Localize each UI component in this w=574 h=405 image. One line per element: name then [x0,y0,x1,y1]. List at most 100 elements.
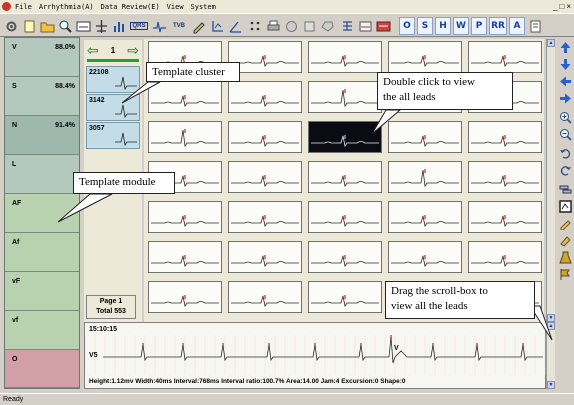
template-module-item[interactable]: V 88.0% [5,38,79,77]
lead-cell[interactable] [148,201,222,233]
lead-cell[interactable] [228,241,302,273]
bar-chart-icon[interactable] [111,17,128,35]
template-module-item[interactable]: AF [5,194,79,233]
lead-cell[interactable] [468,121,542,153]
undo-icon[interactable] [558,146,572,160]
menu-file[interactable]: File [15,3,32,11]
display-icon[interactable] [375,17,392,35]
template-module-item[interactable]: S 88.4% [5,77,79,116]
cut-icon[interactable] [301,17,318,35]
menu-system[interactable]: System [191,3,216,11]
equalizer-icon[interactable] [357,17,374,35]
right-arrow-icon[interactable] [558,91,572,105]
s-button[interactable]: S [417,17,433,35]
marker-icon[interactable] [558,233,572,247]
lead-cell[interactable] [228,161,302,193]
lead-cell[interactable] [308,201,382,233]
left-arrow-icon[interactable] [558,74,572,88]
edit-icon[interactable] [191,17,208,35]
settings-icon[interactable] [3,17,20,35]
paste-icon[interactable] [319,17,336,35]
report-icon[interactable] [75,17,92,35]
lead-cell[interactable] [308,241,382,273]
template-module-item[interactable]: vf [5,311,79,350]
cluster-prev-button[interactable]: ⇦ [87,43,99,57]
menu-view[interactable]: View [167,3,184,11]
template-module-item[interactable]: vF [5,272,79,311]
measure-icon[interactable] [93,17,110,35]
lead-cell[interactable] [468,41,542,73]
a-button[interactable]: A [509,17,525,35]
close-button[interactable]: × [566,2,571,11]
lead-cell[interactable] [388,201,462,233]
rhythm-strip[interactable]: 15:10:15 V5 V Height:1.12mv Width:40ms I… [84,322,546,389]
grid-scrollbar[interactable]: ▲ ▼ [546,39,555,322]
h-button[interactable]: H [435,17,451,35]
lead-cell[interactable] [468,241,542,273]
print-icon[interactable] [265,17,282,35]
o-button[interactable]: O [399,17,415,35]
menu-data-review[interactable]: Data Review(E) [101,3,160,11]
strip-scroll-up-arrow-icon[interactable]: ▲ [547,322,555,330]
lead-cell[interactable] [228,201,302,233]
lead-cell[interactable] [468,201,542,233]
strip-scroll-down-arrow-icon[interactable]: ▼ [547,381,555,389]
lead-cell[interactable] [388,241,462,273]
axis-icon[interactable] [209,17,226,35]
lead-cell[interactable] [148,241,222,273]
lead-cell-selected[interactable] [308,121,382,153]
open-folder-icon[interactable] [39,17,56,35]
cluster-item[interactable]: 22108 [86,66,140,93]
menu-arrhythmia[interactable]: Arrhythmia(A) [39,3,94,11]
flask-icon[interactable] [558,250,572,264]
qrs-icon[interactable]: QRS [129,17,149,35]
lead-cell[interactable] [228,81,302,113]
flag-icon[interactable] [558,267,572,281]
lead-cell[interactable] [228,121,302,153]
p-button[interactable]: P [471,17,487,35]
copy-icon[interactable] [283,17,300,35]
open-file-icon[interactable] [21,17,38,35]
strip-scrollbar[interactable]: ▲ ▼ [546,322,555,389]
template-module-item[interactable]: O [5,350,79,388]
down-arrow-icon[interactable] [558,57,572,71]
layers-icon[interactable] [558,182,572,196]
chart-frame-icon[interactable] [558,199,572,213]
template-module-item[interactable]: N 91.4% [5,116,79,155]
zoom-in-icon[interactable] [558,110,572,124]
tvb-icon[interactable]: TVB [169,17,189,35]
lead-cell[interactable] [228,281,302,313]
lead-cell[interactable] [148,121,222,153]
lead-cell[interactable] [148,81,222,113]
up-arrow-icon[interactable] [558,40,572,54]
restore-button[interactable]: □ [559,2,564,11]
lead-cell[interactable] [308,161,382,193]
lead-cell[interactable] [308,281,382,313]
minimize-button[interactable]: _ [553,2,557,11]
template-module-item[interactable]: L [5,155,79,194]
lead-cell[interactable] [148,281,222,313]
scroll-up-arrow-icon[interactable]: ▲ [547,39,555,47]
lead-cell[interactable] [388,161,462,193]
lead-cell[interactable] [388,121,462,153]
network-icon[interactable] [339,17,356,35]
document-icon[interactable] [527,17,544,35]
angle-icon[interactable] [227,17,244,35]
lead-cell[interactable] [308,81,382,113]
template-module-item[interactable]: Af [5,233,79,272]
cluster-item[interactable]: 3142 [86,94,140,121]
redo-icon[interactable] [558,163,572,177]
lead-cell[interactable] [388,41,462,73]
rr-button[interactable]: RR [489,17,507,35]
zoom-icon[interactable] [57,17,74,35]
scroll-down-arrow-icon[interactable]: ▼ [547,314,555,322]
lead-cell[interactable] [308,41,382,73]
pencil-icon[interactable] [558,216,572,230]
zoom-out-icon[interactable] [558,127,572,141]
dots-icon[interactable] [247,17,264,35]
cluster-next-button[interactable]: ⇨ [127,43,139,57]
w-button[interactable]: W [453,17,469,35]
cluster-item[interactable]: 3057 [86,122,140,149]
waveform-icon[interactable] [151,17,168,35]
lead-cell[interactable] [468,161,542,193]
